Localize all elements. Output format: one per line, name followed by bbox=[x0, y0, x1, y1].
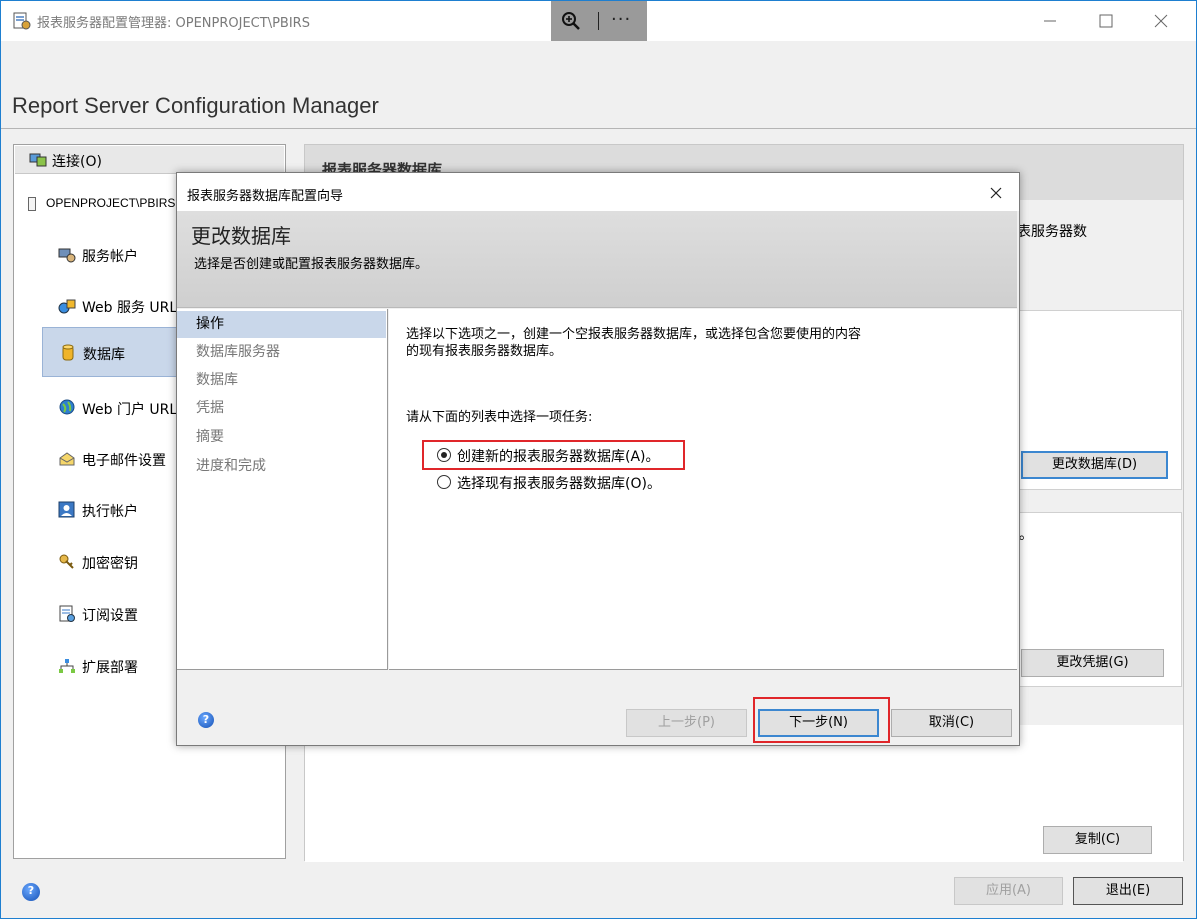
help-icon[interactable]: ? bbox=[22, 883, 40, 901]
intro-text: 选择以下选项之一，创建一个空报表服务器数据库，或选择包含您要使用的内容 的现有报… bbox=[406, 326, 966, 360]
step-item[interactable]: 凭据 bbox=[177, 395, 386, 422]
database-wizard-dialog: 报表服务器数据库配置向导 更改数据库 选择是否创建或配置报表服务器数据库。 操作… bbox=[176, 172, 1020, 746]
server-name: OPENPROJECT\PBIRS bbox=[46, 196, 176, 210]
server-icon bbox=[28, 197, 36, 211]
connect-button[interactable]: 连接(O) bbox=[15, 146, 284, 174]
maximize-button[interactable] bbox=[1086, 9, 1126, 33]
more-options-icon[interactable]: ··· bbox=[611, 9, 631, 30]
subscription-icon bbox=[59, 605, 75, 622]
dialog-title: 报表服务器数据库配置向导 bbox=[187, 189, 344, 204]
step-item[interactable]: 数据库 bbox=[177, 367, 386, 394]
email-icon bbox=[59, 452, 75, 466]
sidebar-item-label: 执行帐户 bbox=[82, 504, 138, 520]
intro-line: 的现有报表服务器数据库。 bbox=[406, 344, 563, 359]
panel-description: 表服务器数 bbox=[1017, 224, 1087, 240]
sidebar-item-label: Web 服务 URL bbox=[82, 300, 178, 316]
copy-button[interactable]: 复制(C) bbox=[1043, 826, 1152, 854]
highlight-box bbox=[753, 697, 890, 743]
dialog-heading: 更改数据库 bbox=[191, 224, 291, 248]
sidebar-item-label: 电子邮件设置 bbox=[82, 453, 166, 469]
sidebar-item-label: Web 门户 URL bbox=[82, 402, 178, 418]
sidebar-item-label: 数据库 bbox=[83, 347, 125, 363]
help-icon[interactable]: ? bbox=[198, 712, 214, 728]
wizard-content: 选择以下选项之一，创建一个空报表服务器数据库，或选择包含您要使用的内容 的现有报… bbox=[389, 309, 1017, 670]
sidebar-item-label: 服务帐户 bbox=[82, 249, 138, 265]
key-icon bbox=[59, 554, 74, 569]
connect-label: 连接(O) bbox=[52, 154, 102, 170]
step-item[interactable]: 摘要 bbox=[177, 424, 386, 451]
back-button[interactable]: 上一步(P) bbox=[626, 709, 747, 737]
cancel-button[interactable]: 取消(C) bbox=[891, 709, 1012, 737]
viewer-toolbar: ··· bbox=[551, 1, 647, 41]
dialog-banner: 更改数据库 选择是否创建或配置报表服务器数据库。 bbox=[177, 211, 1017, 308]
highlight-box bbox=[422, 440, 685, 470]
wizard-steps: 操作 数据库服务器 数据库 凭据 摘要 进度和完成 bbox=[177, 309, 388, 670]
app-header-title: Report Server Configuration Manager bbox=[12, 93, 379, 118]
app-header: Report Server Configuration Manager bbox=[1, 41, 1196, 129]
scale-out-icon bbox=[59, 659, 75, 673]
credentials-description: 。 bbox=[1019, 527, 1033, 543]
step-item[interactable]: 操作 bbox=[177, 311, 386, 338]
sidebar-item-label: 订阅设置 bbox=[82, 608, 138, 624]
apply-button[interactable]: 应用(A) bbox=[954, 877, 1063, 905]
app-icon bbox=[13, 12, 31, 30]
change-database-button[interactable]: 更改数据库(D) bbox=[1021, 451, 1168, 479]
execution-account-icon bbox=[58, 501, 75, 518]
title-bar: 报表服务器配置管理器: OPENPROJECT\PBIRS ··· bbox=[1, 1, 1196, 41]
connect-icon bbox=[29, 153, 47, 167]
toolbar-separator bbox=[598, 12, 599, 30]
exit-button[interactable]: 退出(E) bbox=[1073, 877, 1183, 905]
zoom-in-icon[interactable] bbox=[561, 11, 583, 31]
web-service-icon bbox=[58, 299, 76, 314]
change-credentials-button[interactable]: 更改凭据(G) bbox=[1021, 649, 1164, 677]
step-item[interactable]: 数据库服务器 bbox=[177, 339, 386, 366]
minimize-button[interactable] bbox=[1031, 9, 1071, 33]
sidebar-item-label: 扩展部署 bbox=[82, 660, 138, 676]
dialog-subheading: 选择是否创建或配置报表服务器数据库。 bbox=[194, 257, 429, 272]
globe-icon bbox=[59, 399, 75, 415]
step-item[interactable]: 进度和完成 bbox=[177, 453, 386, 480]
close-window-button[interactable] bbox=[1141, 9, 1181, 33]
service-account-icon bbox=[58, 248, 76, 263]
option-label: 选择现有报表服务器数据库(O)。 bbox=[457, 476, 661, 492]
window-title: 报表服务器配置管理器: OPENPROJECT\PBIRS bbox=[37, 16, 310, 31]
close-icon[interactable] bbox=[986, 183, 1006, 203]
database-icon bbox=[62, 344, 74, 361]
intro-line: 选择以下选项之一，创建一个空报表服务器数据库，或选择包含您要使用的内容 bbox=[406, 327, 862, 342]
dialog-title-bar: 报表服务器数据库配置向导 bbox=[177, 173, 1019, 211]
radio-unselected[interactable] bbox=[437, 475, 451, 489]
sidebar-item-label: 加密密钥 bbox=[82, 556, 138, 572]
task-prompt: 请从下面的列表中选择一项任务: bbox=[406, 410, 593, 425]
